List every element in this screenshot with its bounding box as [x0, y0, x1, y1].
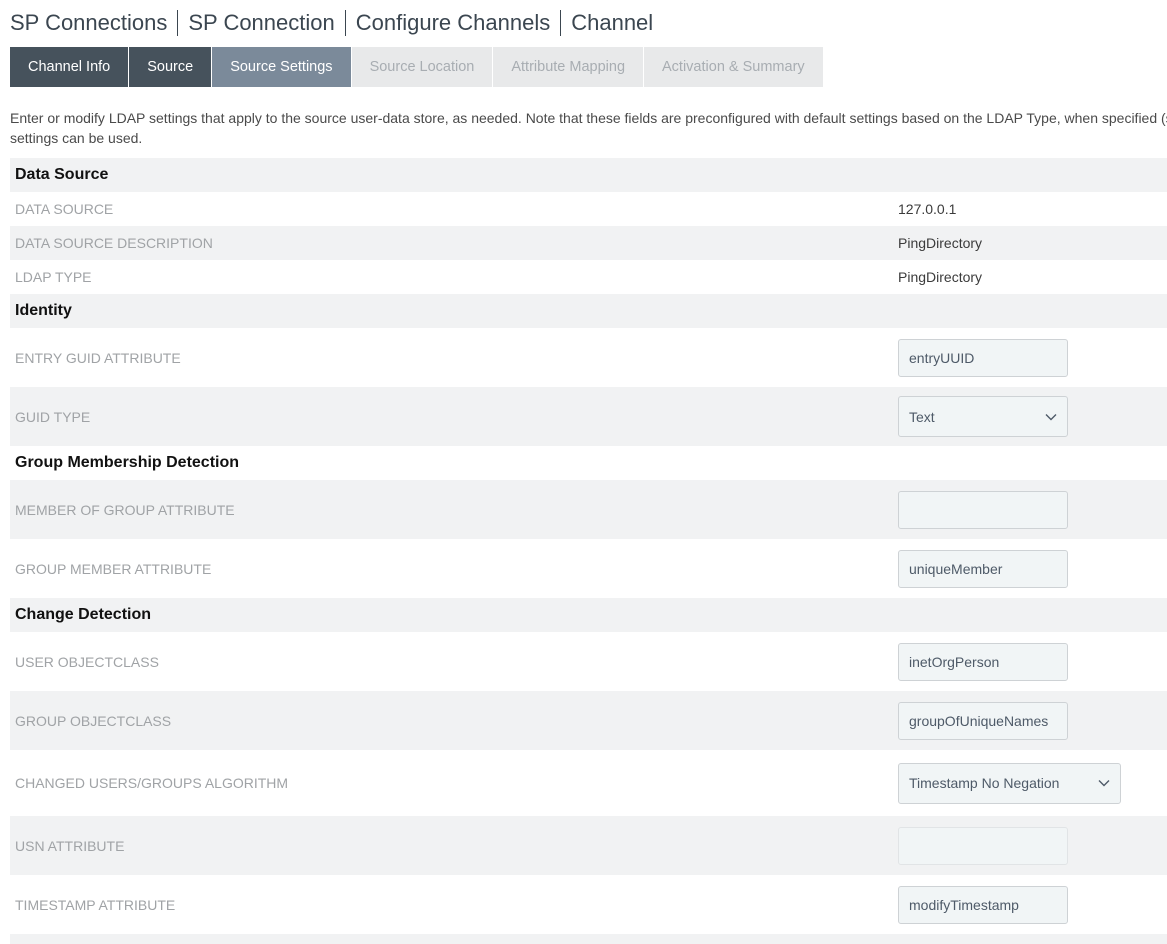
member-of-group-attribute-input[interactable]	[898, 490, 1068, 529]
section-data-source: Data Source	[10, 158, 1167, 192]
row-timestamp-attribute: TIMESTAMP ATTRIBUTE modifyTimestamp	[10, 875, 1167, 934]
ldap-type-label: LDAP TYPE	[15, 269, 92, 285]
group-objectclass-input[interactable]: groupOfUniqueNames	[898, 701, 1068, 740]
guid-type-label: GUID TYPE	[15, 408, 91, 425]
row-group-member-attribute: GROUP MEMBER ATTRIBUTE uniqueMember	[10, 539, 1167, 598]
wizard-tabs: Channel Info Source Source Settings Sour…	[10, 47, 824, 87]
group-objectclass-label: GROUP OBJECTCLASS	[15, 712, 172, 729]
tab-channel-info[interactable]: Channel Info	[10, 47, 129, 87]
intro-line-1: Enter or modify LDAP settings that apply…	[10, 110, 1167, 126]
tab-activation-summary[interactable]: Activation & Summary	[644, 47, 823, 87]
section-title: Data Source	[15, 166, 109, 183]
row-next-partial	[10, 934, 1167, 944]
row-user-objectclass: USER OBJECTCLASS inetOrgPerson	[10, 632, 1167, 691]
entry-guid-attribute-input[interactable]: entryUUID	[898, 338, 1068, 377]
breadcrumb: SP Connections SP Connection Configure C…	[10, 8, 663, 38]
row-member-of-group-attribute: MEMBER OF GROUP ATTRIBUTE	[10, 480, 1167, 539]
tab-source-settings[interactable]: Source Settings	[212, 47, 351, 87]
user-objectclass-label: USER OBJECTCLASS	[15, 653, 159, 670]
breadcrumb-configure-channels[interactable]: Configure Channels	[344, 10, 560, 36]
settings-table: Data Source DATA SOURCE 127.0.0.1 DATA S…	[10, 158, 1167, 944]
intro-text: Enter or modify LDAP settings that apply…	[10, 108, 1167, 148]
row-data-source-description: DATA SOURCE DESCRIPTION PingDirectory	[10, 226, 1167, 260]
usn-attribute-input	[898, 826, 1068, 865]
breadcrumb-sp-connection[interactable]: SP Connection	[177, 10, 344, 36]
tab-source-location[interactable]: Source Location	[351, 47, 493, 87]
data-source-description-value: PingDirectory	[898, 235, 983, 251]
section-change-detection: Change Detection	[10, 598, 1167, 632]
timestamp-attribute-label: TIMESTAMP ATTRIBUTE	[15, 896, 176, 913]
breadcrumb-sp-connections[interactable]: SP Connections	[10, 10, 177, 36]
row-data-source: DATA SOURCE 127.0.0.1	[10, 192, 1167, 226]
data-source-label: DATA SOURCE	[15, 201, 114, 217]
usn-attribute-label: USN ATTRIBUTE	[15, 837, 125, 854]
row-entry-guid-attribute: ENTRY GUID ATTRIBUTE entryUUID	[10, 328, 1167, 387]
row-usn-attribute: USN ATTRIBUTE	[10, 816, 1167, 875]
data-source-value: 127.0.0.1	[898, 201, 957, 217]
section-group-membership-detection: Group Membership Detection	[10, 446, 1167, 480]
algorithm-label: CHANGED USERS/GROUPS ALGORITHM	[15, 775, 289, 791]
guid-type-select[interactable]: Text	[898, 396, 1068, 437]
algorithm-select[interactable]: Timestamp No Negation	[898, 762, 1121, 804]
row-guid-type: GUID TYPE Text	[10, 387, 1167, 446]
section-title: Change Detection	[15, 606, 152, 623]
section-title: Identity	[15, 302, 72, 319]
algorithm-selected-value: Timestamp No Negation	[909, 775, 1060, 791]
group-member-attribute-label: GROUP MEMBER ATTRIBUTE	[15, 560, 212, 577]
tab-attribute-mapping[interactable]: Attribute Mapping	[493, 47, 644, 87]
entry-guid-attribute-label: ENTRY GUID ATTRIBUTE	[15, 349, 181, 366]
chevron-down-icon	[1098, 780, 1110, 787]
chevron-down-icon	[1045, 413, 1057, 420]
breadcrumb-channel: Channel	[560, 10, 663, 36]
section-title: Group Membership Detection	[15, 454, 240, 471]
member-of-group-attribute-label: MEMBER OF GROUP ATTRIBUTE	[15, 501, 235, 518]
intro-line-2: settings can be used.	[10, 130, 143, 146]
tab-source[interactable]: Source	[129, 47, 212, 87]
row-group-objectclass: GROUP OBJECTCLASS groupOfUniqueNames	[10, 691, 1167, 750]
row-ldap-type: LDAP TYPE PingDirectory	[10, 260, 1167, 294]
row-changed-users-groups-algorithm: CHANGED USERS/GROUPS ALGORITHM Timestamp…	[10, 750, 1167, 816]
timestamp-attribute-input[interactable]: modifyTimestamp	[898, 885, 1068, 924]
ldap-type-value: PingDirectory	[898, 269, 983, 285]
section-identity: Identity	[10, 294, 1167, 328]
data-source-description-label: DATA SOURCE DESCRIPTION	[15, 235, 213, 251]
group-member-attribute-input[interactable]: uniqueMember	[898, 549, 1068, 588]
guid-type-selected-value: Text	[909, 408, 935, 425]
user-objectclass-input[interactable]: inetOrgPerson	[898, 642, 1068, 681]
